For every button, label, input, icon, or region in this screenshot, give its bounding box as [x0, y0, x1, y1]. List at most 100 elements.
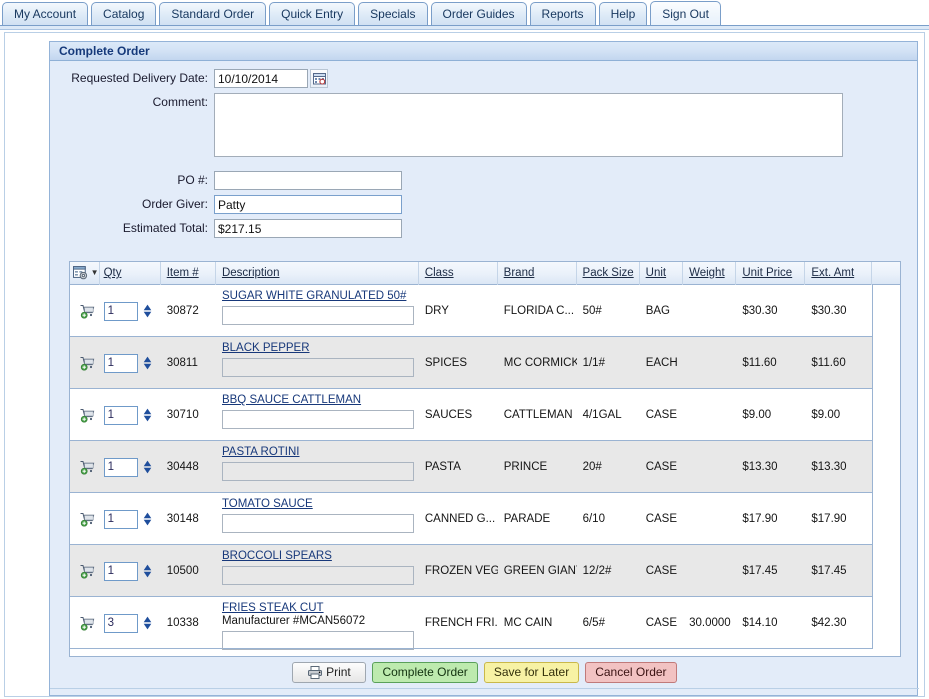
product-description-link[interactable]: BBQ SAUCE CATTLEMAN	[222, 394, 419, 406]
product-description-link[interactable]: TOMATO SAUCE	[222, 498, 419, 510]
stepper-down-icon[interactable]	[143, 363, 152, 370]
column-header-brand[interactable]: Brand	[498, 262, 577, 285]
unit-value: EACH	[645, 357, 678, 369]
description-cell: SUGAR WHITE GRANULATED 50#	[216, 285, 419, 325]
product-description-link[interactable]: BLACK PEPPER	[222, 342, 419, 354]
stepper-down-icon[interactable]	[143, 519, 152, 526]
line-note-input[interactable]	[221, 631, 414, 650]
stepper-up-icon[interactable]	[143, 408, 152, 415]
line-note-input[interactable]	[221, 410, 414, 429]
qty-input[interactable]	[103, 405, 138, 425]
product-description-link[interactable]: FRIES STEAK CUT	[222, 602, 419, 614]
column-header-pack-size[interactable]: Pack Size	[577, 262, 640, 285]
product-description-link[interactable]: PASTA ROTINI	[222, 446, 419, 458]
qty-input[interactable]	[103, 457, 138, 477]
delivery-date-input[interactable]	[214, 69, 308, 88]
tab-sign-out[interactable]: Sign Out	[650, 1, 721, 26]
tab-catalog[interactable]: Catalog	[91, 2, 157, 26]
brand-value: GREEN GIANT	[503, 565, 577, 577]
product-description-link[interactable]: SUGAR WHITE GRANULATED 50#	[222, 290, 419, 302]
print-button[interactable]: Print	[292, 662, 367, 683]
class-value: FRENCH FRI...	[424, 617, 498, 629]
stepper-down-icon[interactable]	[143, 571, 152, 578]
grid-body: 30872 SUGAR WHITE GRANULATED 50# DRY FLO…	[70, 285, 900, 656]
add-to-cart-button[interactable]	[70, 285, 100, 337]
stepper-up-icon[interactable]	[143, 564, 152, 571]
pack-size-value: 1/1#	[582, 357, 605, 369]
grid-scrollbar-gutter[interactable]	[872, 262, 900, 285]
column-header-unit-price[interactable]: Unit Price	[736, 262, 806, 285]
add-to-cart-button[interactable]	[70, 337, 100, 389]
brand-value: FLORIDA C...	[503, 305, 575, 317]
stepper-down-icon[interactable]	[143, 311, 152, 318]
product-description-link[interactable]: BROCCOLI SPEARS	[222, 550, 419, 562]
qty-stepper[interactable]	[143, 564, 152, 578]
tab-reports[interactable]: Reports	[529, 2, 596, 26]
table-row: 30148 TOMATO SAUCE CANNED G... PARADE 6/…	[70, 493, 900, 545]
stepper-down-icon[interactable]	[143, 467, 152, 474]
calendar-picker-button[interactable]	[310, 69, 328, 88]
unit-value: CASE	[645, 461, 678, 473]
weight-value	[683, 285, 736, 337]
stepper-up-icon[interactable]	[143, 616, 152, 623]
unit-price-value: $9.00	[742, 409, 772, 421]
tab-my-account[interactable]: My Account	[2, 2, 89, 26]
stepper-up-icon[interactable]	[143, 356, 152, 363]
unit-value: BAG	[645, 305, 670, 317]
calendar-icon	[312, 73, 326, 85]
stepper-up-icon[interactable]	[143, 512, 152, 519]
line-note-input[interactable]	[221, 306, 414, 325]
description-cell: PASTA ROTINI	[216, 441, 419, 481]
class-value: DRY	[424, 305, 449, 317]
column-header-item[interactable]: Item #	[161, 262, 216, 285]
column-header-unit[interactable]: Unit	[640, 262, 684, 285]
tab-help[interactable]: Help	[598, 2, 648, 26]
tab-order-guides[interactable]: Order Guides	[430, 2, 527, 26]
add-to-cart-button[interactable]	[70, 545, 100, 597]
line-note-input[interactable]	[221, 566, 414, 585]
tab-standard-order[interactable]: Standard Order	[159, 2, 267, 26]
save-for-later-button[interactable]: Save for Later	[483, 662, 580, 683]
stepper-up-icon[interactable]	[143, 304, 152, 311]
order-giver-input[interactable]	[214, 195, 402, 214]
grid-settings-menu[interactable]: ▼	[70, 262, 100, 285]
qty-input[interactable]	[103, 301, 138, 321]
po-number-input[interactable]	[214, 171, 402, 190]
column-header-qty[interactable]: Qty	[100, 262, 161, 285]
column-header-ext-amt[interactable]: Ext. Amt	[805, 262, 873, 285]
tab-specials[interactable]: Specials	[358, 2, 428, 26]
complete-order-button[interactable]: Complete Order	[372, 662, 478, 683]
line-note-input[interactable]	[221, 514, 414, 533]
add-to-cart-button[interactable]	[70, 493, 100, 545]
column-header-class[interactable]: Class	[419, 262, 498, 285]
table-row: 10338 FRIES STEAK CUT Manufacturer #MCAN…	[70, 597, 900, 650]
qty-stepper[interactable]	[143, 356, 152, 370]
line-note-input[interactable]	[221, 462, 414, 481]
stepper-up-icon[interactable]	[143, 460, 152, 467]
tab-underline-strip	[0, 25, 929, 30]
qty-input[interactable]	[103, 353, 138, 373]
column-header-weight[interactable]: Weight	[683, 262, 737, 285]
add-to-cart-button[interactable]	[70, 597, 100, 649]
comment-textarea[interactable]	[214, 93, 843, 157]
cancel-order-button[interactable]: Cancel Order	[585, 662, 677, 683]
weight-value	[683, 389, 736, 441]
qty-input[interactable]	[103, 561, 138, 581]
qty-stepper[interactable]	[143, 304, 152, 318]
tab-quick-entry[interactable]: Quick Entry	[269, 2, 356, 26]
row-gutter	[872, 389, 900, 441]
chevron-down-icon: ▼	[90, 268, 99, 277]
qty-stepper[interactable]	[143, 616, 152, 630]
qty-stepper[interactable]	[143, 460, 152, 474]
add-to-cart-button[interactable]	[70, 389, 100, 441]
qty-stepper[interactable]	[143, 408, 152, 422]
qty-input[interactable]	[103, 613, 138, 633]
stepper-down-icon[interactable]	[143, 415, 152, 422]
add-to-cart-button[interactable]	[70, 441, 100, 493]
stepper-down-icon[interactable]	[143, 623, 152, 630]
qty-input[interactable]	[103, 509, 138, 529]
qty-stepper[interactable]	[143, 512, 152, 526]
column-header-description[interactable]: Description	[216, 262, 419, 285]
ext-amt-value: $30.30	[811, 305, 847, 317]
line-note-input[interactable]	[221, 358, 414, 377]
